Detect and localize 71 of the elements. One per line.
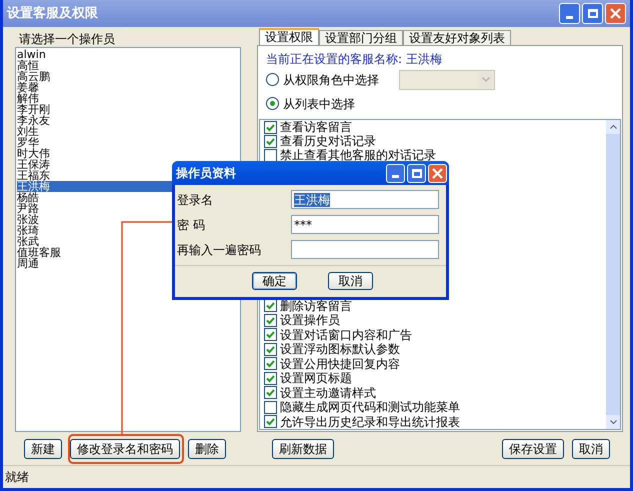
operator-item[interactable]: 李开刚 [17, 104, 240, 115]
checkbox[interactable] [264, 386, 277, 400]
permission-label: 隐藏生成网页代码和测试功能菜单 [280, 400, 460, 414]
minimize-button[interactable] [386, 164, 405, 182]
operator-item[interactable]: 时大伟 [17, 148, 240, 159]
checkbox[interactable] [264, 372, 277, 385]
checkbox[interactable] [264, 342, 277, 356]
checkbox[interactable] [264, 400, 277, 414]
permission-label: 查看历史对话记录 [280, 134, 376, 148]
scroll-down-icon[interactable] [610, 420, 616, 424]
scroll-up-icon[interactable] [610, 125, 616, 129]
permission-label: 设置网页标题 [280, 371, 352, 386]
operator-item[interactable]: 刘生 [17, 126, 240, 137]
current-operator-text: 当前正在设置的客服名称: 王洪梅 [265, 51, 443, 67]
tab[interactable]: 设置部门分组 [319, 30, 403, 45]
dialog-button[interactable]: 确定 [252, 272, 297, 290]
operator-item[interactable]: 李永友 [17, 115, 240, 126]
window-title: 设置客服及权限 [7, 4, 98, 23]
permission-label: 设置对话窗口内容和广告 [280, 328, 412, 342]
tab[interactable]: 设置权限 [259, 28, 319, 45]
checkbox[interactable] [264, 120, 277, 134]
dialog-title: 操作员资料 [176, 165, 236, 182]
field-label: 密 码 [176, 216, 206, 234]
radio-label: 从权限角色中选择 [283, 72, 379, 88]
close-icon [610, 8, 621, 19]
close-button[interactable] [428, 164, 447, 182]
maximize-button[interactable] [582, 3, 603, 24]
list-label: 请选择一个操作员 [18, 31, 116, 47]
checkbox[interactable] [264, 134, 277, 148]
action-button[interactable]: 新建 [24, 438, 62, 458]
tab[interactable]: 设置友好对象列表 [403, 30, 511, 45]
operator-item[interactable]: alwin [17, 49, 240, 60]
operator-item[interactable]: 高云鹏 [17, 71, 240, 82]
operator-item[interactable]: 解伟 [17, 93, 240, 104]
permission-label: 设置公用快捷回复内容 [280, 356, 400, 371]
checkbox[interactable] [264, 148, 277, 162]
permission-label: 禁止查看其他客服的对话记录 [280, 148, 436, 162]
permission-label: 设置操作员 [280, 313, 340, 328]
text-field[interactable] [291, 240, 439, 259]
operator-item[interactable]: 姜馨 [17, 82, 240, 93]
minimize-button[interactable] [559, 3, 580, 24]
operator-item[interactable]: 高恒 [17, 60, 240, 71]
permission-label: 设置浮动图标默认参数 [280, 342, 400, 356]
permission-label: 允许导出历史纪录和导出统计报表 [280, 414, 460, 429]
permission-label: 设置主动邀请样式 [280, 386, 376, 400]
scrollbar[interactable] [606, 120, 620, 429]
checkbox[interactable] [264, 299, 277, 312]
radio-label: 从列表中选择 [283, 96, 355, 112]
checkbox[interactable] [264, 415, 277, 428]
action-button[interactable]: 取消 [572, 438, 610, 458]
action-button[interactable]: 修改登录名和密码 [70, 438, 180, 458]
dialog-button[interactable]: 取消 [328, 272, 373, 290]
operator-item[interactable]: 罗华 [17, 137, 240, 148]
checkbox[interactable] [264, 314, 277, 327]
radio-button[interactable] [266, 97, 279, 110]
close-icon [432, 168, 443, 178]
radio-button[interactable] [266, 73, 279, 86]
close-button[interactable] [605, 3, 626, 24]
action-button[interactable]: 删除 [188, 438, 226, 458]
permission-label: 查看访客留言 [280, 120, 352, 134]
text-field[interactable]: *** [291, 215, 439, 234]
refresh-button[interactable]: 刷新数据 [272, 438, 334, 458]
text-field[interactable]: 王洪梅 [291, 190, 439, 209]
action-button[interactable]: 保存设置 [502, 438, 564, 458]
status-text: 就绪 [5, 469, 29, 486]
maximize-button[interactable] [407, 164, 426, 182]
checkbox[interactable] [264, 357, 277, 370]
field-label: 登录名 [176, 192, 214, 208]
checkbox[interactable] [264, 328, 277, 342]
permission-label: 删除访客留言 [280, 298, 352, 313]
field-label: 再输入一遍密码 [176, 242, 262, 258]
